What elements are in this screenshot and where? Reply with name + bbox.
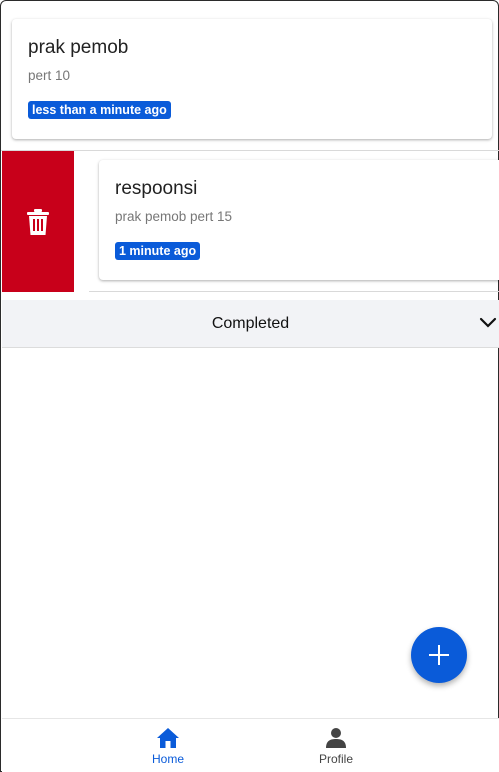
plus-icon (429, 645, 449, 665)
divider (89, 291, 499, 292)
task-time-badge: 1 minute ago (115, 242, 201, 260)
completed-section-header[interactable]: Completed (2, 300, 499, 348)
task-title: respoonsi (115, 178, 198, 199)
add-task-button[interactable] (411, 627, 467, 683)
home-icon (157, 728, 179, 748)
task-time-badge: less than a minute ago (28, 101, 171, 119)
nav-profile[interactable]: Profile (296, 727, 376, 766)
nav-profile-label: Profile (318, 752, 353, 766)
task-subtitle: pert 10 (28, 68, 71, 83)
task-card[interactable]: respoonsi prak pemob pert 15 1 minute ag… (99, 160, 499, 280)
app-frame: prak pemob pert 10 less than a minute ag… (0, 0, 499, 772)
trash-icon (27, 208, 49, 235)
nav-home-label: Home (151, 752, 184, 766)
chevron-down-icon (479, 317, 497, 328)
task-card[interactable]: prak pemob pert 10 less than a minute ag… (12, 19, 492, 139)
bottom-navigation: Home Profile (2, 718, 499, 772)
completed-label: Completed (211, 315, 290, 332)
nav-home[interactable]: Home (128, 727, 208, 766)
divider (1, 150, 499, 151)
person-icon (326, 728, 346, 748)
swipe-delete-action[interactable] (2, 151, 74, 292)
task-subtitle: prak pemob pert 15 (115, 209, 233, 224)
task-title: prak pemob (28, 37, 129, 58)
